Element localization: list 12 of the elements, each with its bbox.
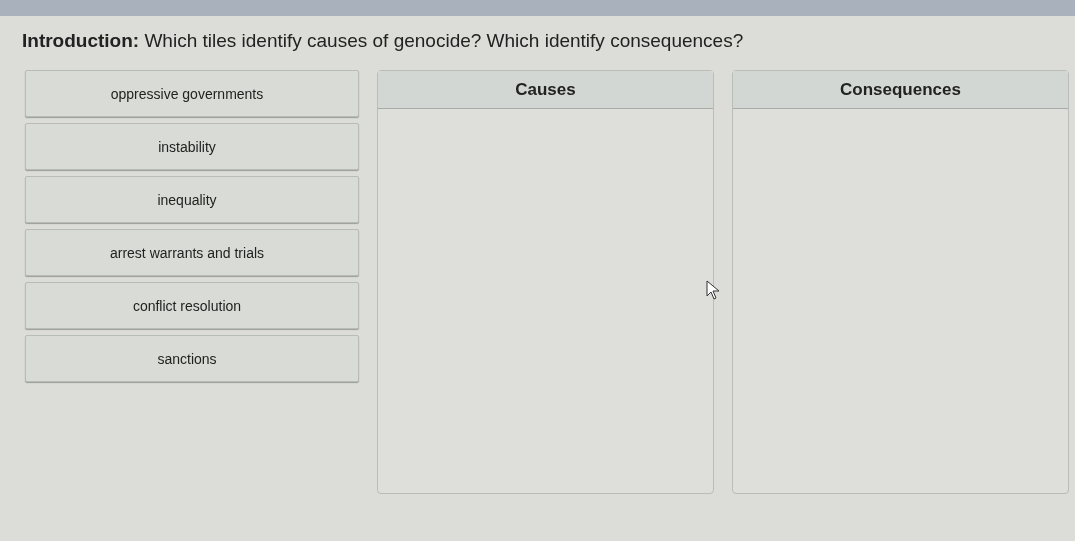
cursor-icon — [706, 280, 720, 300]
drop-zone-header: Consequences — [733, 71, 1068, 109]
drag-tile[interactable]: instability — [25, 123, 359, 170]
drag-tile[interactable]: arrest warrants and trials — [25, 229, 359, 276]
drop-zone[interactable]: Causes — [377, 70, 714, 494]
drag-tile[interactable]: conflict resolution — [25, 282, 359, 329]
drag-tile[interactable]: inequality — [25, 176, 359, 223]
drag-tile[interactable]: sanctions — [25, 335, 359, 382]
question-text: Introduction: Which tiles identify causes of genocide? Which identify consequences? — [21, 29, 745, 53]
drag-tile[interactable]: oppressive governments — [25, 70, 359, 117]
drop-zone-header: Causes — [378, 71, 713, 109]
drop-zone[interactable]: Consequences — [732, 70, 1069, 494]
